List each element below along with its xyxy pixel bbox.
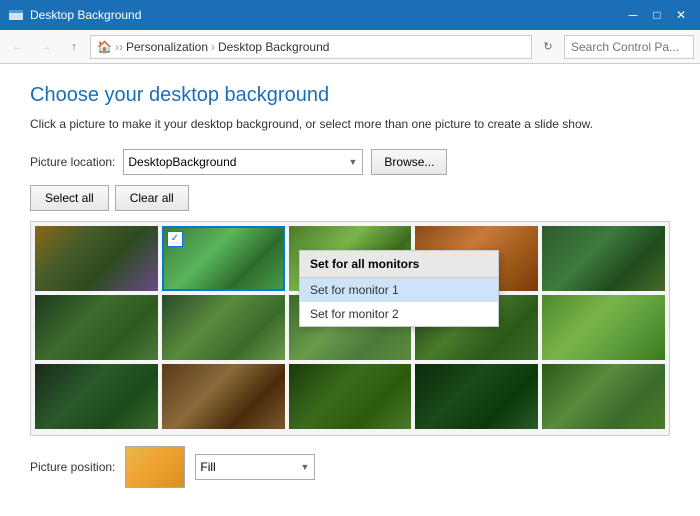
image-item-10[interactable] (542, 295, 665, 360)
image-item-14[interactable] (415, 364, 538, 429)
image-grid-container[interactable]: Set for all monitors Set for monitor 1 S… (30, 221, 670, 436)
up-button[interactable]: ↑ (62, 35, 86, 59)
refresh-button[interactable]: ↻ (536, 35, 560, 59)
maximize-button[interactable]: □ (646, 4, 668, 26)
page-description: Click a picture to make it your desktop … (30, 115, 670, 133)
window-controls: ─ □ ✕ (622, 4, 692, 26)
title-bar: Desktop Background ─ □ ✕ (0, 0, 700, 30)
context-menu-header: Set for all monitors (300, 251, 498, 278)
clear-all-button[interactable]: Clear all (115, 185, 189, 211)
bottom-section: Picture position: Fill Fit Stretch Tile … (30, 446, 670, 488)
position-select[interactable]: Fill Fit Stretch Tile Center Span (195, 454, 315, 480)
breadcrumb-home-icon: 🏠 (97, 40, 112, 54)
breadcrumb-separator-2: › (211, 40, 215, 54)
picture-location-row: Picture location: DesktopBackground Brow… (30, 149, 670, 175)
picture-location-select-wrapper: DesktopBackground (123, 149, 363, 175)
image-item-1[interactable] (35, 226, 158, 291)
select-all-button[interactable]: Select all (30, 185, 109, 211)
image-item-5[interactable] (542, 226, 665, 291)
picture-position-label: Picture position: (30, 460, 115, 474)
context-menu-item-monitor2[interactable]: Set for monitor 2 (300, 302, 498, 326)
breadcrumb-separator-1: ›› (115, 40, 123, 54)
back-button[interactable]: ← (6, 35, 30, 59)
image-item-7[interactable] (162, 295, 285, 360)
picture-location-select[interactable]: DesktopBackground (123, 149, 363, 175)
image-item-6[interactable] (35, 295, 158, 360)
forward-button[interactable]: → (34, 35, 58, 59)
position-preview (125, 446, 185, 488)
action-buttons: Select all Clear all (30, 185, 670, 211)
position-select-wrapper: Fill Fit Stretch Tile Center Span (195, 454, 315, 480)
close-button[interactable]: ✕ (670, 4, 692, 26)
picture-location-label: Picture location: (30, 155, 115, 169)
browse-button[interactable]: Browse... (371, 149, 447, 175)
context-menu-item-monitor1[interactable]: Set for monitor 1 (300, 278, 498, 302)
context-menu: Set for all monitors Set for monitor 1 S… (299, 250, 499, 327)
breadcrumb-current: Desktop Background (218, 40, 329, 54)
breadcrumb: 🏠 ›› Personalization › Desktop Backgroun… (90, 35, 532, 59)
image-item-11[interactable] (35, 364, 158, 429)
image-item-15[interactable] (542, 364, 665, 429)
page-title: Choose your desktop background (30, 84, 670, 107)
minimize-button[interactable]: ─ (622, 4, 644, 26)
search-input[interactable] (564, 35, 694, 59)
window-title: Desktop Background (30, 8, 616, 22)
image-item-13[interactable] (289, 364, 412, 429)
address-bar: ← → ↑ 🏠 ›› Personalization › Desktop Bac… (0, 30, 700, 64)
image-item-2[interactable] (162, 226, 285, 291)
breadcrumb-personalization[interactable]: Personalization (126, 40, 208, 54)
main-content: Choose your desktop background Click a p… (0, 64, 700, 516)
image-item-12[interactable] (162, 364, 285, 429)
window-icon (8, 7, 24, 23)
